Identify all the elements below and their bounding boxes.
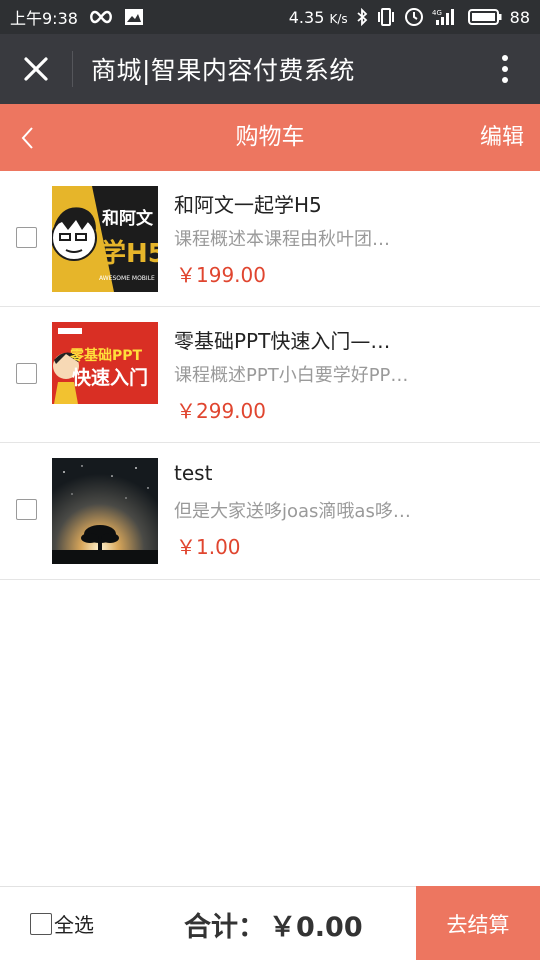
item-title[interactable]: test	[174, 461, 434, 485]
cart-title: 购物车	[235, 124, 305, 150]
app-bar-divider	[72, 51, 73, 87]
more-vertical-icon	[502, 55, 508, 83]
app-bar: 商城|智果内容付费系统	[0, 34, 540, 104]
select-all[interactable]: 全选	[30, 909, 94, 938]
thumb-text-bottom: 快速入门	[72, 366, 148, 389]
checkout-button[interactable]: 去结算	[416, 886, 540, 960]
close-icon	[24, 57, 48, 81]
battery-level: 88	[509, 7, 530, 27]
alarm-icon	[404, 7, 424, 27]
close-button[interactable]	[0, 34, 72, 104]
total: 合计： ￥0.00	[184, 887, 363, 960]
thumb-text-top: 和阿文	[102, 208, 154, 229]
item-description: 课程概述PPT小白要学好PP…	[174, 365, 409, 386]
item-description: 课程概述本课程由秋叶团…	[174, 229, 390, 250]
vibrate-icon	[376, 7, 396, 27]
cart-item[interactable]: 零基础PPT 快速入门 零基础PPT快速入门—… 课程概述PPT小白要学好PP……	[0, 307, 540, 443]
thumb-caption: AWESOME MOBILE	[99, 275, 155, 282]
signal-4g-icon: 4G	[432, 7, 460, 27]
item-price: ￥299.00	[176, 399, 266, 423]
course-thumbnail[interactable]	[52, 458, 158, 564]
svg-text:4G: 4G	[432, 9, 442, 17]
course-thumbnail[interactable]: 和阿文 学H5 AWESOME MOBILE	[52, 186, 158, 292]
infinity-icon	[88, 7, 114, 27]
cart-item[interactable]: test 但是大家送哆joas滴哦as哆… ￥1.00	[0, 443, 540, 580]
bluetooth-icon	[356, 7, 368, 27]
bottom-bar: 全选 合计： ￥0.00 去结算	[0, 886, 540, 960]
status-bar: 上午9:38 4.35 K/s 4G 88	[0, 0, 540, 34]
page: 上午9:38 4.35 K/s 4G 88 商城|智果内容付费系统 购物车 编辑…	[0, 0, 540, 960]
item-title[interactable]: 和阿文一起学H5	[174, 189, 434, 218]
network-speed-value: 4.35	[288, 7, 325, 27]
image-notification-icon	[124, 7, 144, 27]
app-title: 商城|智果内容付费系统	[91, 56, 355, 85]
status-left: 上午9:38	[10, 5, 144, 29]
status-time: 上午9:38	[10, 9, 78, 28]
item-checkbox[interactable]	[16, 499, 37, 520]
more-button[interactable]	[470, 34, 540, 104]
item-checkbox[interactable]	[16, 363, 37, 384]
cart-item[interactable]: 和阿文 学H5 AWESOME MOBILE 和阿文一起学H5 课程概述本课程由…	[0, 171, 540, 307]
item-price: ￥199.00	[176, 263, 266, 287]
status-right: 4.35 K/s 4G 88	[289, 7, 530, 27]
thumb-text-top: 零基础PPT	[69, 347, 143, 364]
item-title[interactable]: 零基础PPT快速入门—…	[174, 325, 434, 354]
item-price: ￥1.00	[176, 535, 241, 559]
network-speed: 4.35 K/s	[289, 8, 348, 27]
select-all-label: 全选	[54, 913, 94, 937]
course-thumbnail[interactable]: 零基础PPT 快速入门	[52, 322, 158, 404]
cart-header: 购物车 编辑	[0, 104, 540, 171]
total-amount: ￥0.00	[269, 911, 363, 943]
total-label: 合计：	[184, 911, 265, 943]
item-description: 但是大家送哆joas滴哦as哆…	[174, 501, 411, 522]
battery-icon	[467, 7, 502, 27]
network-speed-unit: K/s	[329, 11, 348, 26]
cart-list: 和阿文 学H5 AWESOME MOBILE 和阿文一起学H5 课程概述本课程由…	[0, 171, 540, 580]
select-all-checkbox[interactable]	[30, 912, 52, 935]
thumb-text-bottom: 学H5	[100, 238, 158, 269]
edit-button[interactable]: 编辑	[480, 104, 524, 171]
item-checkbox[interactable]	[16, 227, 37, 248]
